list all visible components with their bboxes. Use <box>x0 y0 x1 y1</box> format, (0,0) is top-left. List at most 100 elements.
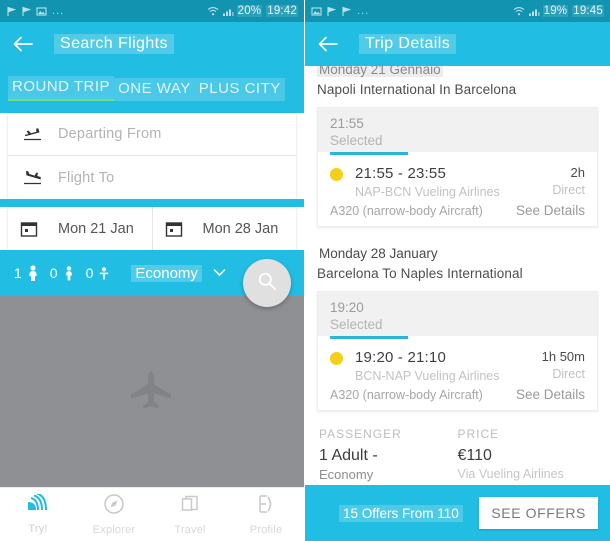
sidebar-item-explorer[interactable]: Explorer <box>76 493 152 536</box>
passenger-cabin: Economy <box>319 467 374 482</box>
status-overflow-ellipsis: ... <box>357 5 370 17</box>
price-airline: Via Vueling Airlines <box>457 467 564 481</box>
wifi-icon <box>513 6 524 17</box>
search-fab-button[interactable] <box>243 259 291 307</box>
tab-plus-city[interactable]: PLUS CITY <box>194 78 285 101</box>
sidebar-item-label: Try! <box>28 523 48 535</box>
return-date-value: Mon 28 Jan <box>202 220 279 237</box>
flight-aircraft: A320 (narrow-body Aircraft) <box>330 204 483 218</box>
departure-date-value: Mon 21 Jan <box>58 220 134 237</box>
flight-airline: NAP-BCN Vueling Airlines <box>355 185 500 199</box>
return-date-field[interactable]: Mon 28 Jan <box>151 207 297 250</box>
flight-stops: Direct <box>552 367 585 381</box>
back-arrow-icon[interactable] <box>315 31 341 57</box>
flight-card-tab[interactable]: 19:20 Selected <box>318 292 597 336</box>
airline-dot-icon <box>330 352 343 365</box>
infant-icon <box>96 264 112 282</box>
leg-header-return: Monday 28 January Barcelona To Naples In… <box>305 245 610 281</box>
flag-icon <box>21 6 32 17</box>
battery-percent: 19% <box>542 5 569 17</box>
flight-stops: Direct <box>552 183 585 197</box>
map-placeholder[interactable] <box>0 296 304 487</box>
status-bar-left: ... 20% 19:42 <box>0 0 304 22</box>
image-icon <box>36 6 47 17</box>
departure-date-field[interactable]: Mon 21 Jan <box>8 207 152 250</box>
passenger-label: PASSENGER <box>319 427 402 441</box>
leg-route: Barcelona To Naples International <box>317 266 523 281</box>
signal-icon <box>25 492 51 519</box>
flight-tab-status: Selected <box>330 317 383 332</box>
see-details-link[interactable]: See Details <box>516 203 585 218</box>
price-value: €110 <box>457 447 492 464</box>
chevron-down-icon[interactable] <box>213 264 226 282</box>
image-icon <box>311 6 322 17</box>
signal-bars-icon <box>528 6 540 17</box>
passenger-value: 1 Adult - <box>319 447 378 464</box>
flight-card-return[interactable]: 19:20 Selected 19:20 - 21:10 BCN-NAP Vue… <box>317 291 598 411</box>
profile-icon <box>255 493 277 520</box>
tabs-spacer <box>0 101 304 113</box>
trip-type-tabs: ROUND TRIP ONE WAY PLUS CITY <box>0 66 304 101</box>
flight-card-outbound[interactable]: 21:55 Selected 21:55 - 23:55 NAP-BCN Vue… <box>317 107 598 227</box>
flag-icon <box>326 6 337 17</box>
flight-tab-time: 21:55 <box>330 116 364 131</box>
flight-airline: BCN-NAP Vueling Airlines <box>355 369 500 383</box>
infant-count: 0 <box>85 265 94 281</box>
offers-count-text: 15 Offers From 110 <box>339 504 463 522</box>
flight-aircraft: A320 (narrow-body Aircraft) <box>330 388 483 402</box>
trip-details-screen: ... 19% 19:45 Trip Details Monday 21 Gen… <box>305 0 610 541</box>
see-offers-button[interactable]: SEE OFFERS <box>479 497 598 529</box>
leg-date: Monday 21 Gennaio <box>317 66 443 77</box>
app-bar-left: Search Flights <box>0 22 304 66</box>
sidebar-item-travel[interactable]: Travel <box>152 493 228 536</box>
calendar-icon <box>165 220 191 238</box>
departing-from-placeholder: Departing From <box>58 126 162 142</box>
flight-card-body: 21:55 - 23:55 NAP-BCN Vueling Airlines 2… <box>318 155 597 226</box>
airline-dot-icon <box>330 168 343 181</box>
see-details-link[interactable]: See Details <box>516 387 585 402</box>
search-icon <box>257 271 277 296</box>
trip-details-content[interactable]: Monday 21 Gennaio Napoli International I… <box>305 66 610 485</box>
back-arrow-icon[interactable] <box>10 31 36 57</box>
flight-card-tab[interactable]: 21:55 Selected <box>318 108 597 152</box>
battery-percent: 20% <box>236 5 263 17</box>
leg-date: Monday 28 January <box>319 246 438 261</box>
cards-icon <box>179 493 201 520</box>
status-bar-notification-icons: ... <box>311 5 513 17</box>
flight-to-field[interactable]: Flight To <box>8 156 296 199</box>
flight-tab-time: 19:20 <box>330 300 364 315</box>
sidebar-item-try[interactable]: Try! <box>0 492 76 535</box>
tab-round-trip[interactable]: ROUND TRIP <box>8 76 115 101</box>
flag-icon <box>341 6 352 17</box>
airport-fields-card: Departing From Flight To <box>8 113 296 199</box>
flight-times: 21:55 - 23:55 <box>355 165 447 182</box>
status-bar-right: 20% 19:42 <box>207 5 298 17</box>
bottom-navigation-bar: Try! Explorer Travel Profile <box>0 487 304 541</box>
status-bar-notification-icons: ... <box>6 5 207 17</box>
sidebar-item-label: Travel <box>174 524 206 536</box>
tab-one-way[interactable]: ONE WAY <box>114 78 195 101</box>
app-bar-right: Trip Details <box>305 22 610 66</box>
sidebar-item-label: Explorer <box>92 524 136 536</box>
status-bar-right-screen: ... 19% 19:45 <box>305 0 610 22</box>
passenger-summary: PASSENGER 1 Adult - Economy <box>319 427 458 482</box>
flight-takeoff-icon <box>22 125 48 143</box>
cabin-class-value[interactable]: Economy <box>131 264 202 282</box>
price-summary: PRICE €110 Via Vueling Airlines <box>458 427 597 482</box>
compass-icon <box>103 493 125 520</box>
child-count: 0 <box>49 265 58 281</box>
wifi-icon <box>207 6 218 17</box>
status-bar-right: 19% 19:45 <box>513 5 604 17</box>
departing-from-field[interactable]: Departing From <box>8 113 296 156</box>
leg-header-outbound: Monday 21 Gennaio Napoli International I… <box>305 66 610 97</box>
clock-time: 19:45 <box>572 5 604 17</box>
flight-times: 19:20 - 21:10 <box>355 349 447 366</box>
clock-time: 19:42 <box>266 5 298 17</box>
leg-route: Napoli International In Barcelona <box>317 82 517 97</box>
page-title: Trip Details <box>359 34 457 54</box>
flight-tab-status: Selected <box>330 133 383 148</box>
sidebar-item-profile[interactable]: Profile <box>228 493 304 536</box>
signal-bars-icon <box>222 6 234 17</box>
search-flights-screen: ... 20% 19:42 Search Flights ROUND TRIP … <box>0 0 305 541</box>
calendar-icon <box>20 220 46 238</box>
